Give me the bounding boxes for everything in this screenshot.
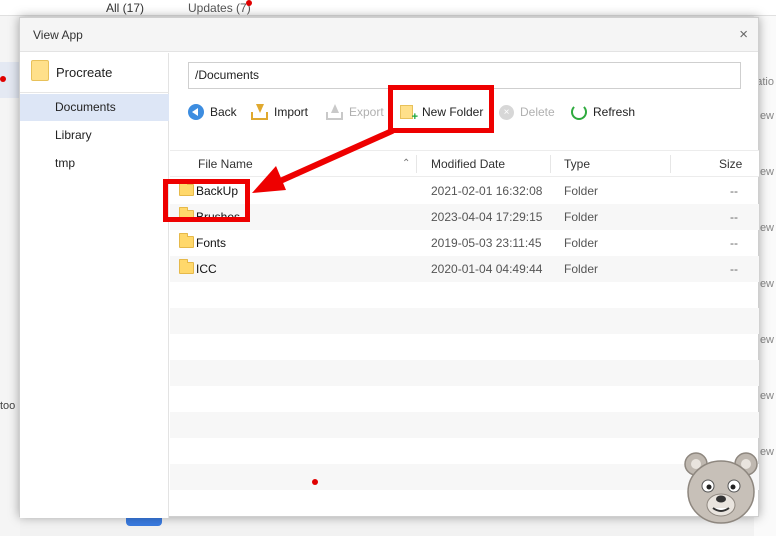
background-view-button-fragment[interactable]: ew	[760, 334, 774, 346]
sidebar: Procreate Documents Library tmp	[20, 53, 169, 518]
background-view-button-fragment[interactable]: ew	[760, 446, 774, 458]
column-divider[interactable]	[416, 155, 417, 173]
refresh-icon	[571, 104, 587, 120]
new-folder-button[interactable]: + New Folder	[400, 97, 483, 127]
file-list: BackUp 2021-02-01 16:32:08 Folder -- Bru…	[170, 178, 759, 518]
empty-row	[170, 490, 759, 516]
export-label: Export	[349, 105, 384, 119]
folder-icon	[179, 181, 194, 196]
file-type: Folder	[564, 262, 599, 276]
file-size: --	[730, 210, 738, 224]
column-header-type[interactable]: Type	[564, 151, 590, 177]
column-header-modified-date[interactable]: Modified Date	[431, 151, 505, 177]
empty-row	[170, 360, 759, 386]
empty-row	[170, 334, 759, 360]
file-modified-date: 2020-01-04 04:49:44	[431, 262, 543, 276]
empty-row	[170, 282, 759, 308]
back-button[interactable]: Back	[188, 97, 237, 127]
file-modified-date: 2023-04-04 17:29:15	[431, 210, 543, 224]
import-button[interactable]: Import	[251, 97, 308, 127]
file-modified-date: 2021-02-01 16:32:08	[431, 184, 543, 198]
import-label: Import	[274, 105, 309, 119]
file-name: ICC	[196, 262, 217, 276]
file-size: --	[730, 236, 738, 250]
file-list-header: File Name ⌃ Modified Date Type Size	[170, 150, 759, 177]
notification-dot	[246, 0, 252, 6]
background-view-button-fragment[interactable]: ew	[760, 222, 774, 234]
export-icon	[326, 104, 343, 120]
new-folder-icon: +	[400, 104, 418, 123]
toolbar: Back Import Export + New Folder × Delete…	[170, 97, 759, 127]
background-text-fragment: too	[0, 400, 16, 412]
sidebar-item-documents[interactable]: Documents	[20, 94, 169, 121]
column-header-file-name[interactable]: File Name	[198, 151, 253, 177]
file-browser: /Documents Back Import Export + New Fold…	[170, 53, 759, 518]
column-divider[interactable]	[670, 155, 671, 173]
file-type: Folder	[564, 210, 599, 224]
close-icon[interactable]: ×	[739, 26, 748, 43]
file-row-fonts[interactable]: Fonts 2019-05-03 23:11:45 Folder --	[170, 230, 759, 256]
app-name: Procreate	[56, 65, 113, 80]
back-icon	[188, 104, 204, 120]
file-type: Folder	[564, 236, 599, 250]
file-name: Fonts	[196, 236, 227, 250]
background-view-button-fragment[interactable]: ew	[760, 278, 774, 290]
annotation-red-dot	[312, 479, 318, 485]
background-view-button-fragment[interactable]: ew	[760, 166, 774, 178]
file-modified-date: 2019-05-03 23:11:45	[431, 236, 542, 250]
file-size: --	[730, 262, 738, 276]
file-row-backup[interactable]: BackUp 2021-02-01 16:32:08 Folder --	[170, 178, 759, 204]
empty-row	[170, 464, 759, 490]
new-folder-label: New Folder	[422, 105, 484, 119]
file-size: --	[730, 184, 738, 198]
path-field[interactable]: /Documents	[188, 62, 741, 89]
folder-icon	[179, 207, 194, 222]
delete-label: Delete	[520, 105, 555, 119]
refresh-button[interactable]: Refresh	[571, 97, 635, 127]
back-label: Back	[210, 105, 237, 119]
refresh-label: Refresh	[593, 105, 636, 119]
tab-all[interactable]: All (17)	[106, 1, 144, 15]
app-folder-icon	[31, 60, 49, 81]
empty-row	[170, 438, 759, 464]
dialog-title: View App	[33, 28, 83, 42]
background-tab-bar: All (17) Updates (7)	[0, 0, 776, 16]
sidebar-item-tmp[interactable]: tmp	[20, 150, 169, 177]
import-icon	[251, 104, 268, 120]
empty-row	[170, 412, 759, 438]
file-row-icc[interactable]: ICC 2020-01-04 04:49:44 Folder --	[170, 256, 759, 282]
background-red-dot	[0, 76, 6, 82]
view-app-dialog: View App × Procreate Documents Library t…	[19, 17, 759, 518]
export-button[interactable]: Export	[326, 97, 384, 127]
tab-updates[interactable]: Updates (7)	[188, 1, 251, 15]
column-divider[interactable]	[550, 155, 551, 173]
sort-ascending-icon[interactable]: ⌃	[402, 151, 410, 177]
delete-icon: ×	[499, 104, 514, 120]
empty-row	[170, 308, 759, 334]
empty-row	[170, 386, 759, 412]
bear-mascot-icon	[684, 452, 758, 524]
sidebar-app-header: Procreate	[20, 53, 169, 93]
sidebar-item-library[interactable]: Library	[20, 122, 169, 149]
file-type: Folder	[564, 184, 599, 198]
file-row-brushes[interactable]: Brushes 2023-04-04 17:29:15 Folder --	[170, 204, 759, 230]
dialog-title-bar: View App ×	[20, 18, 758, 52]
column-header-size[interactable]: Size	[719, 151, 742, 177]
file-name: Brushes	[196, 210, 241, 224]
folder-icon	[179, 259, 194, 274]
folder-icon	[179, 233, 194, 248]
background-view-button-fragment[interactable]: ew	[760, 110, 774, 122]
file-name: BackUp	[196, 184, 239, 198]
delete-button[interactable]: × Delete	[499, 97, 555, 127]
background-view-button-fragment[interactable]: ew	[760, 390, 774, 402]
